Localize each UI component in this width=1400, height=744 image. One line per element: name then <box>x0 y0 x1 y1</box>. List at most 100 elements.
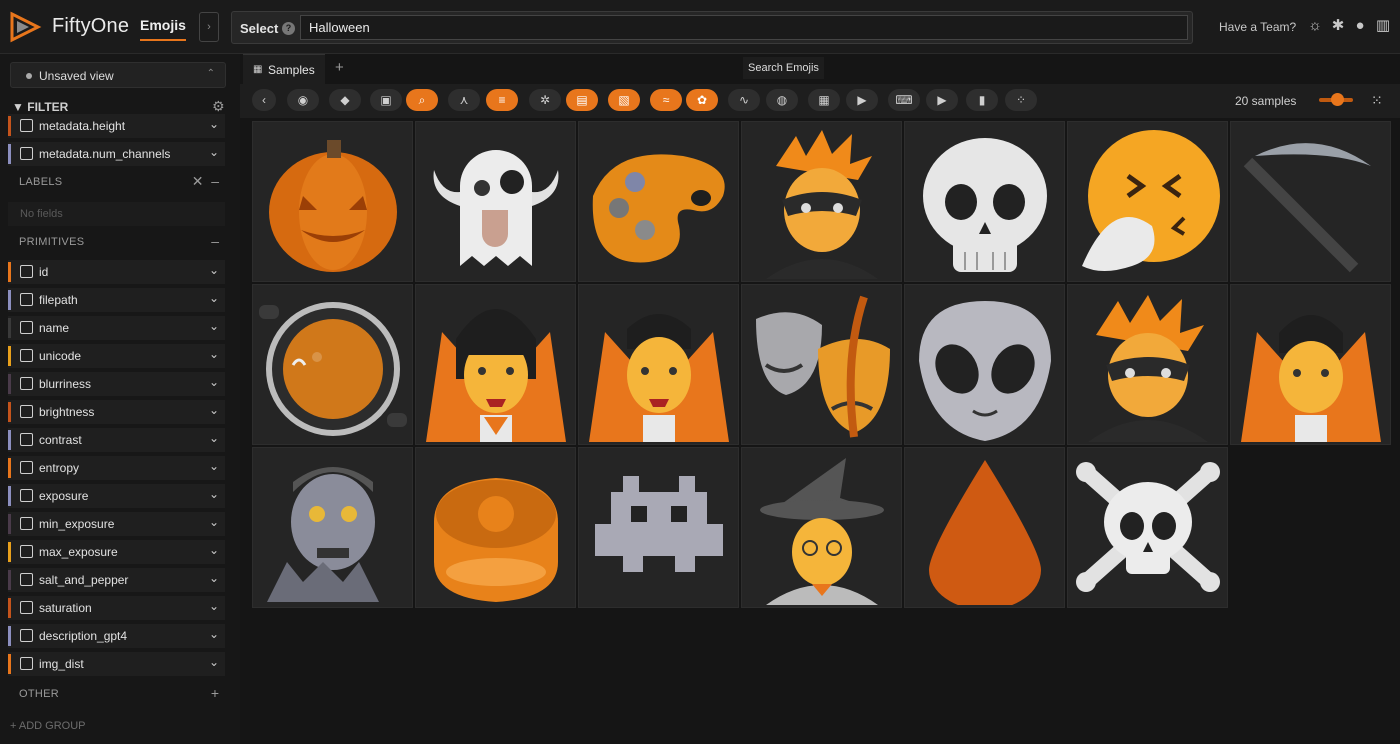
chevron-down-icon[interactable]: ⌄ <box>209 117 219 131</box>
tab-samples[interactable]: ▦ Samples <box>243 54 325 84</box>
chevron-down-icon[interactable]: ⌄ <box>209 375 219 389</box>
field-row[interactable]: min_exposure ⌄ <box>8 512 225 536</box>
sample-tile-supervillain[interactable] <box>741 121 902 282</box>
chevron-down-icon[interactable]: ⌄ <box>209 543 219 557</box>
field-row[interactable]: max_exposure ⌄ <box>8 540 225 564</box>
sample-tile-artist-palette[interactable] <box>578 121 739 282</box>
chevron-down-icon[interactable]: ⌄ <box>209 319 219 333</box>
field-checkbox[interactable] <box>20 349 33 362</box>
field-row[interactable]: blurriness ⌄ <box>8 372 225 396</box>
field-row[interactable]: exposure ⌄ <box>8 484 225 508</box>
chevron-down-icon[interactable]: ⌄ <box>209 571 219 585</box>
chevron-down-icon[interactable]: ⌄ <box>209 431 219 445</box>
fiftyone-logo-icon[interactable] <box>8 10 42 44</box>
have-a-team-link[interactable]: Have a Team? <box>1219 20 1296 34</box>
sample-tile-drop-of-blood[interactable] <box>904 447 1065 608</box>
field-row[interactable]: filepath ⌄ <box>8 288 225 312</box>
field-row[interactable]: salt_and_pepper ⌄ <box>8 568 225 592</box>
field-row[interactable]: contrast ⌄ <box>8 428 225 452</box>
sample-tile-supervillain-2[interactable] <box>1067 284 1228 445</box>
field-checkbox[interactable] <box>20 657 33 670</box>
back-button[interactable]: ‹ <box>252 89 276 111</box>
brand-name[interactable]: FiftyOne <box>52 15 129 38</box>
image-button[interactable]: ▤ <box>566 89 598 111</box>
theme-icon[interactable]: ☼ <box>1306 17 1324 35</box>
github-icon[interactable]: ● <box>1351 17 1369 35</box>
brain-button[interactable]: ◍ <box>766 89 798 111</box>
youtube-button[interactable]: ▶ <box>846 89 878 111</box>
sample-tile-vampire[interactable] <box>1230 284 1391 445</box>
field-checkbox[interactable] <box>20 433 33 446</box>
chevron-down-icon[interactable]: ⌄ <box>209 403 219 417</box>
chevron-down-icon[interactable]: ⌄ <box>209 627 219 641</box>
patches-button[interactable]: ▣ <box>370 89 402 111</box>
sample-tile-pick[interactable] <box>1230 121 1391 282</box>
help-icon[interactable]: ? <box>282 22 295 35</box>
book-icon[interactable]: ▥ <box>1374 17 1392 35</box>
select-input[interactable] <box>300 15 1188 40</box>
chevron-down-icon[interactable]: ⌄ <box>209 263 219 277</box>
field-row[interactable]: saturation ⌄ <box>8 596 225 620</box>
field-checkbox[interactable] <box>20 601 33 614</box>
field-row[interactable]: brightness ⌄ <box>8 400 225 424</box>
labels-section[interactable]: LABELS ✕ – <box>8 170 225 194</box>
add-group-button[interactable]: + ADD GROUP <box>10 720 86 732</box>
chevron-down-icon[interactable]: ⌄ <box>209 347 219 361</box>
field-row[interactable]: unicode ⌄ <box>8 344 225 368</box>
sample-tile-frying-pan[interactable] <box>252 284 413 445</box>
color-palette-button[interactable]: ◉ <box>287 89 319 111</box>
field-checkbox[interactable] <box>20 119 33 132</box>
keyboard-button[interactable]: ⌨ <box>888 89 920 111</box>
add-panel-button[interactable]: + <box>335 59 344 76</box>
settings-button[interactable]: ✲ <box>529 89 561 111</box>
sample-tile-ghost[interactable] <box>415 121 576 282</box>
view-selector[interactable]: Unsaved view ⌃ <box>10 62 226 88</box>
sample-tile-performing-arts[interactable] <box>741 284 902 445</box>
search-emojis-button[interactable]: ⌕ <box>406 89 438 111</box>
field-checkbox[interactable] <box>20 517 33 530</box>
gear-icon[interactable]: ⚙ <box>212 98 225 115</box>
chevron-down-icon[interactable]: ⌄ <box>209 487 219 501</box>
sample-tile-jack-o-lantern[interactable] <box>252 121 413 282</box>
chevron-down-icon[interactable]: ⌄ <box>209 145 219 159</box>
histogram-button[interactable]: ▮ <box>966 89 998 111</box>
field-checkbox[interactable] <box>20 377 33 390</box>
labels-actions[interactable]: ✕ – <box>192 173 219 190</box>
field-row[interactable]: entropy ⌄ <box>8 456 225 480</box>
embeddings-button[interactable]: ⁘ <box>1005 89 1037 111</box>
sample-tile-woman-vampire[interactable] <box>415 284 576 445</box>
sample-tile-sneezing-face[interactable] <box>1067 121 1228 282</box>
sample-tile-skull-and-crossbones[interactable] <box>1067 447 1228 608</box>
field-checkbox[interactable] <box>20 629 33 642</box>
collapse-icon[interactable]: – <box>211 233 219 249</box>
other-section[interactable]: OTHER + <box>8 682 225 706</box>
sample-tile-witch[interactable] <box>741 447 902 608</box>
field-checkbox[interactable] <box>20 573 33 586</box>
sample-tile-moon-cake[interactable] <box>415 447 576 608</box>
chevron-down-icon[interactable]: ⌄ <box>209 655 219 669</box>
tag-button[interactable]: ◆ <box>329 89 361 111</box>
field-row[interactable]: metadata.num_channels ⌄ <box>8 142 225 166</box>
similarity-button[interactable]: ⋏ <box>448 89 480 111</box>
sample-tile-alien[interactable] <box>904 284 1065 445</box>
field-row[interactable]: id ⌄ <box>8 260 225 284</box>
field-checkbox[interactable] <box>20 489 33 502</box>
dataset-name[interactable]: Emojis <box>140 17 186 41</box>
grid-plugin-button[interactable]: ▦ <box>808 89 840 111</box>
field-checkbox[interactable] <box>20 461 33 474</box>
picture-button[interactable]: ▧ <box>608 89 640 111</box>
chevron-down-icon[interactable]: ⌄ <box>209 459 219 473</box>
youtube2-button[interactable]: ▶ <box>926 89 958 111</box>
field-row[interactable]: name ⌄ <box>8 316 225 340</box>
field-checkbox[interactable] <box>20 265 33 278</box>
field-checkbox[interactable] <box>20 293 33 306</box>
field-row[interactable]: img_dist ⌄ <box>8 652 225 676</box>
primitives-section[interactable]: PRIMITIVES – <box>8 230 225 254</box>
list-button[interactable]: ≡ <box>486 89 518 111</box>
sample-tile-alien-monster[interactable] <box>578 447 739 608</box>
field-row[interactable]: metadata.height ⌄ <box>8 114 225 138</box>
zoom-slider-knob[interactable] <box>1331 93 1344 106</box>
field-checkbox[interactable] <box>20 147 33 160</box>
field-row[interactable]: description_gpt4 ⌄ <box>8 624 225 648</box>
slack-icon[interactable]: ✱ <box>1329 17 1347 35</box>
